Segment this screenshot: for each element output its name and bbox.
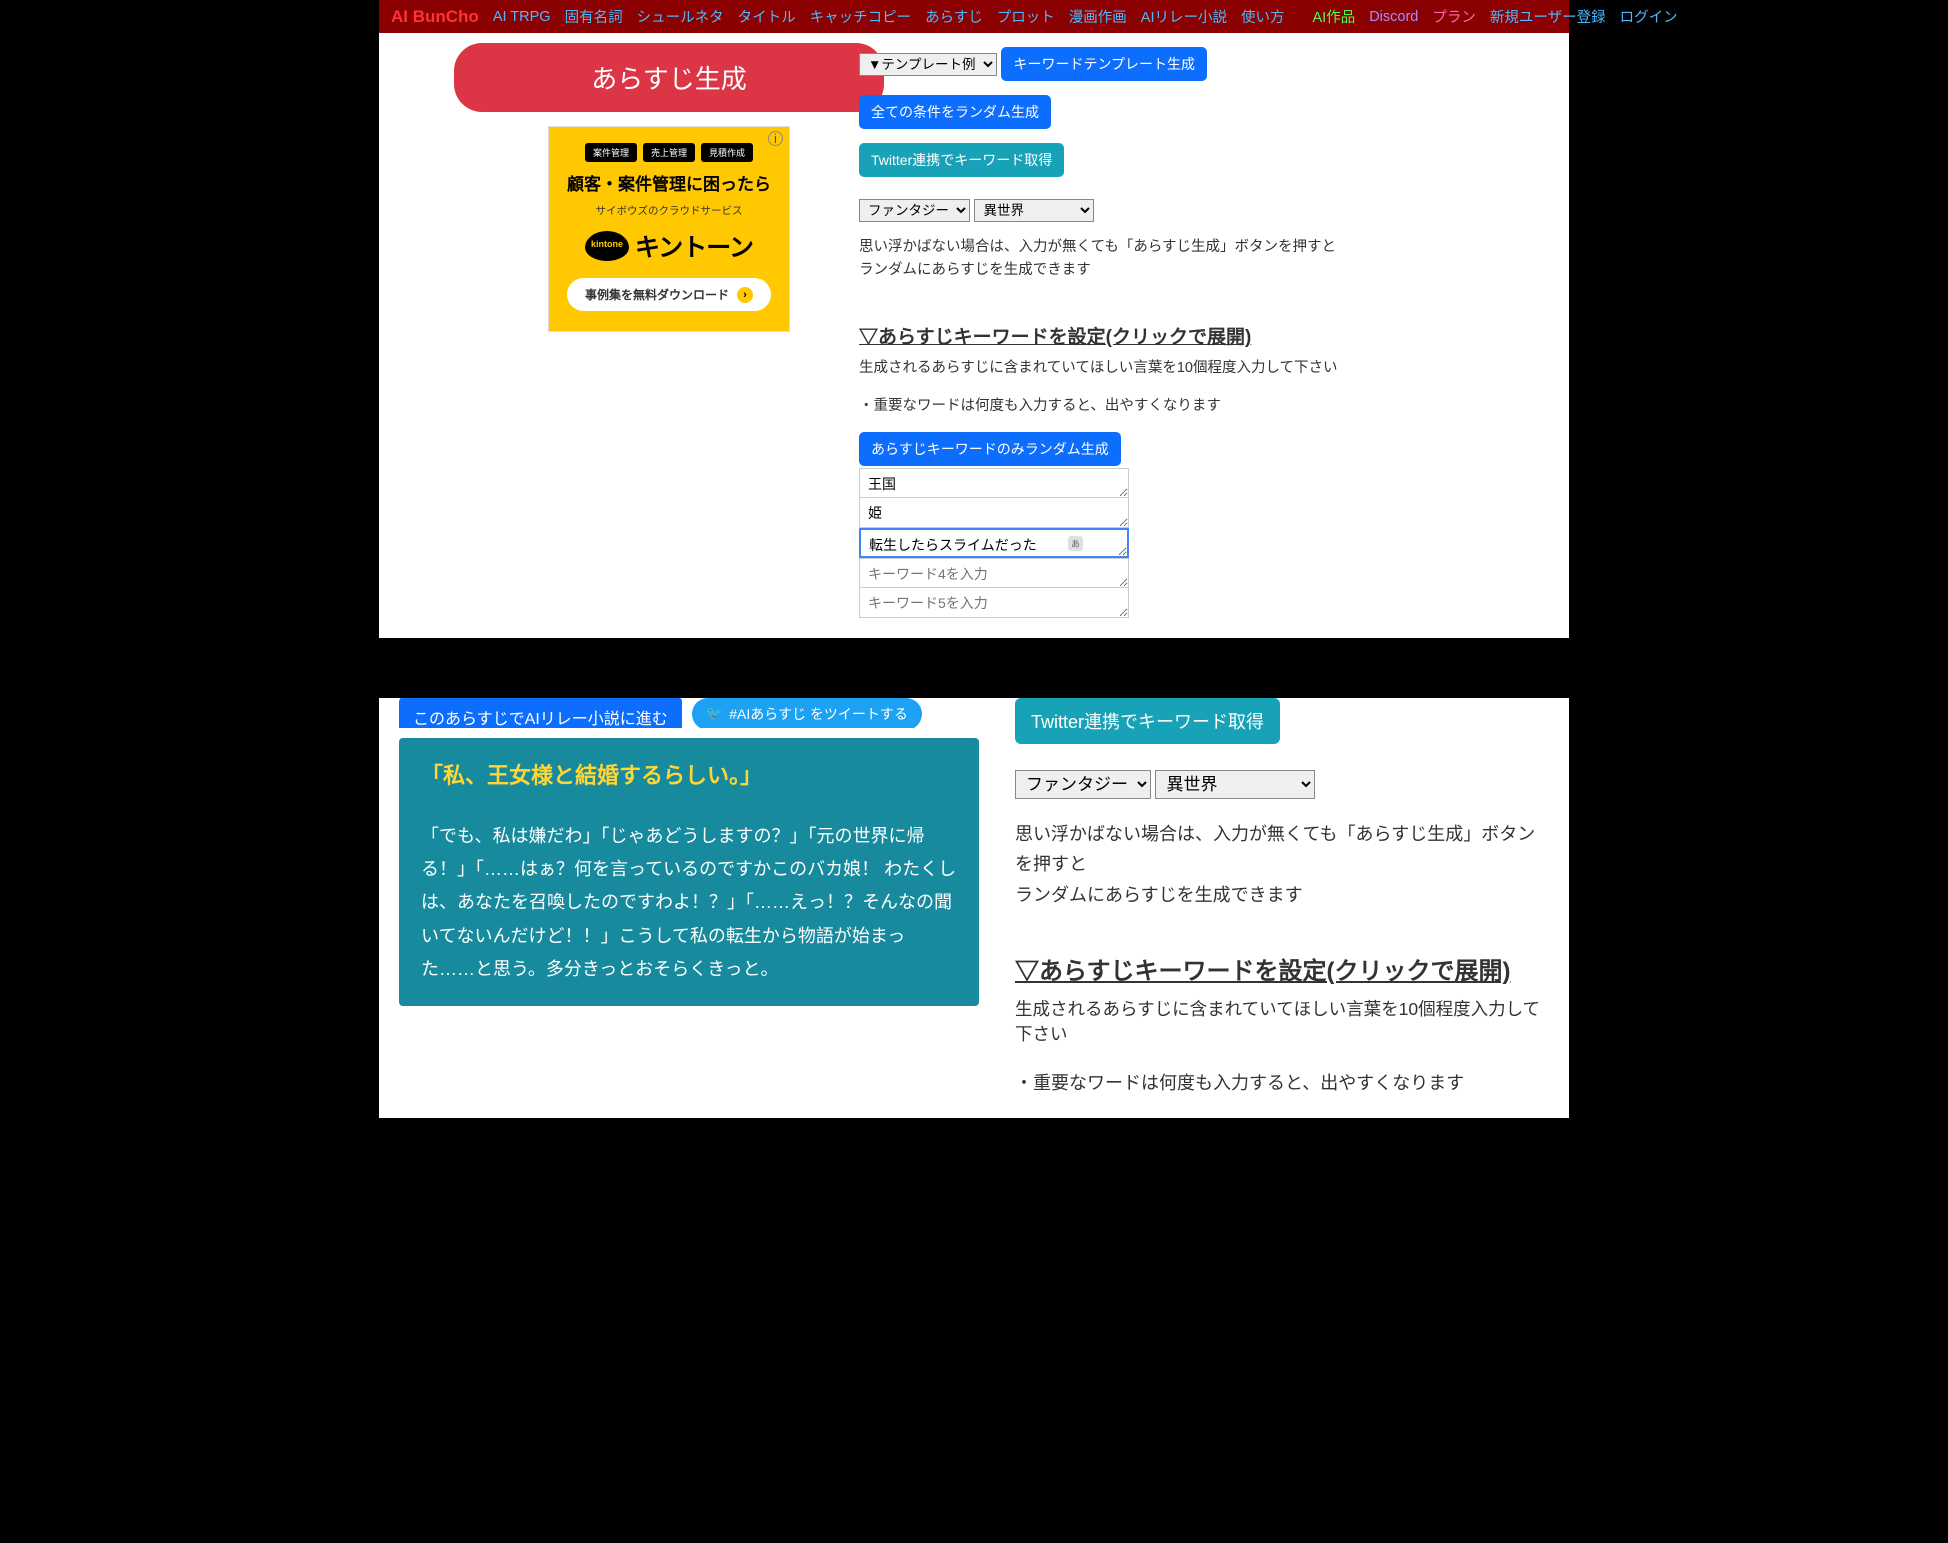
twitter-keyword-button[interactable]: Twitter連携でキーワード取得 [859, 143, 1064, 177]
twitter-bird-icon: 🐦 [706, 705, 723, 722]
navbar: AI BunCho AI TRPG 固有名詞 シュールネタ タイトル キャッチコ… [379, 0, 1569, 33]
keyword-note-2: ・重要なワードは何度も入力すると、出やすくなります [1015, 1068, 1549, 1099]
story-result-card: 「私、王女様と結婚するらしい。」 「でも、私は嫌だわ」「じゃあどうしますの？」「… [399, 738, 979, 1006]
ad-tag: 案件管理 [585, 143, 637, 162]
genre-select[interactable]: ファンタジー [859, 199, 970, 222]
keyword-random-button[interactable]: あらすじキーワードのみランダム生成 [859, 432, 1121, 466]
nav-plan[interactable]: プラン [1432, 6, 1476, 27]
ad-logo: kintone キントーン [561, 228, 777, 264]
ad-tag: 売上管理 [643, 143, 695, 162]
ad-logo-text: キントーン [635, 228, 753, 264]
keyword-input-3[interactable] [859, 528, 1129, 558]
genre-select-2[interactable]: ファンタジー [1015, 770, 1151, 799]
keyword-desc: 生成されるあらすじに含まれていてほしい言葉を10個程度入力して下さい [859, 357, 1519, 380]
nav-relay-novel[interactable]: AIリレー小説 [1141, 6, 1227, 27]
nav-howto[interactable]: 使い方 [1241, 6, 1285, 27]
help-text-2: 思い浮かばない場合は、入力が無くても「あらすじ生成」ボタンを押すと ランダムにあ… [1015, 819, 1549, 911]
generate-synopsis-button[interactable]: あらすじ生成 [454, 43, 884, 112]
arrow-right-icon: › [737, 287, 753, 303]
ad-info-icon[interactable]: i [768, 131, 783, 146]
nav-synopsis[interactable]: あらすじ [925, 6, 983, 27]
nav-register[interactable]: 新規ユーザー登録 [1490, 6, 1606, 27]
ad-sub: サイボウズのクラウドサービス [561, 203, 777, 218]
world-select[interactable]: 異世界 [974, 199, 1094, 222]
keyword-note: ・重要なワードは何度も入力すると、出やすくなります [859, 395, 1519, 418]
nav-surreal[interactable]: シュールネタ [637, 6, 724, 27]
nav-ai-works[interactable]: AI作品 [1313, 6, 1356, 27]
ad-cta-label: 事例集を無料ダウンロード [585, 286, 729, 303]
keyword-section-heading[interactable]: ▽あらすじキーワードを設定(クリックで展開) [859, 322, 1519, 349]
proceed-relay-novel-button[interactable]: このあらすじでAIリレー小説に進む [399, 698, 682, 728]
tweet-button[interactable]: 🐦 #AIあらすじ をツイートする [692, 698, 922, 728]
keyword-section-heading-2[interactable]: ▽あらすじキーワードを設定(クリックで展開) [1015, 951, 1549, 986]
nav-discord[interactable]: Discord [1369, 9, 1418, 25]
ad-unit[interactable]: i 案件管理 売上管理 見積作成 顧客・案件管理に困ったら サイボウズのクラウド… [548, 126, 790, 332]
help-text: 思い浮かばない場合は、入力が無くても「あらすじ生成」ボタンを押すと ランダムにあ… [859, 236, 1519, 282]
template-select[interactable]: ▼テンプレート例 [859, 53, 997, 76]
keyword-input-4[interactable] [859, 558, 1129, 588]
keyword-input-1[interactable] [859, 468, 1129, 498]
twitter-keyword-button-2[interactable]: Twitter連携でキーワード取得 [1015, 698, 1280, 744]
story-title: 「私、王女様と結婚するらしい。」 [421, 758, 957, 790]
ime-badge-icon: あ [1068, 536, 1083, 551]
nav-login[interactable]: ログイン [1620, 6, 1678, 27]
keyword-input-2[interactable] [859, 498, 1129, 528]
ad-tag: 見積作成 [701, 143, 753, 162]
keyword-input-5[interactable] [859, 588, 1129, 618]
nav-ai-trpg[interactable]: AI TRPG [493, 9, 551, 25]
nav-manga[interactable]: 漫画作画 [1069, 6, 1127, 27]
ad-cta-button[interactable]: 事例集を無料ダウンロード › [567, 278, 771, 311]
nav-title[interactable]: タイトル [738, 6, 796, 27]
keyword-template-button[interactable]: キーワードテンプレート生成 [1001, 47, 1207, 81]
ad-logo-bubble-icon: kintone [585, 231, 629, 261]
random-all-button[interactable]: 全ての条件をランダム生成 [859, 95, 1051, 129]
ad-tags: 案件管理 売上管理 見積作成 [561, 143, 777, 162]
nav-proper-noun[interactable]: 固有名詞 [565, 6, 623, 27]
world-select-2[interactable]: 異世界 [1155, 770, 1315, 799]
nav-plot[interactable]: プロット [997, 6, 1055, 27]
keyword-desc-2: 生成されるあらすじに含まれていてほしい言葉を10個程度入力して下さい [1015, 996, 1549, 1046]
brand-logo[interactable]: AI BunCho [391, 7, 479, 27]
story-body: 「でも、私は嫌だわ」「じゃあどうしますの？」「元の世界に帰る！」「……はぁ？何を… [421, 820, 957, 986]
tweet-label: #AIあらすじ をツイートする [729, 704, 908, 724]
nav-catchcopy[interactable]: キャッチコピー [810, 6, 912, 27]
ad-headline: 顧客・案件管理に困ったら [561, 170, 777, 195]
